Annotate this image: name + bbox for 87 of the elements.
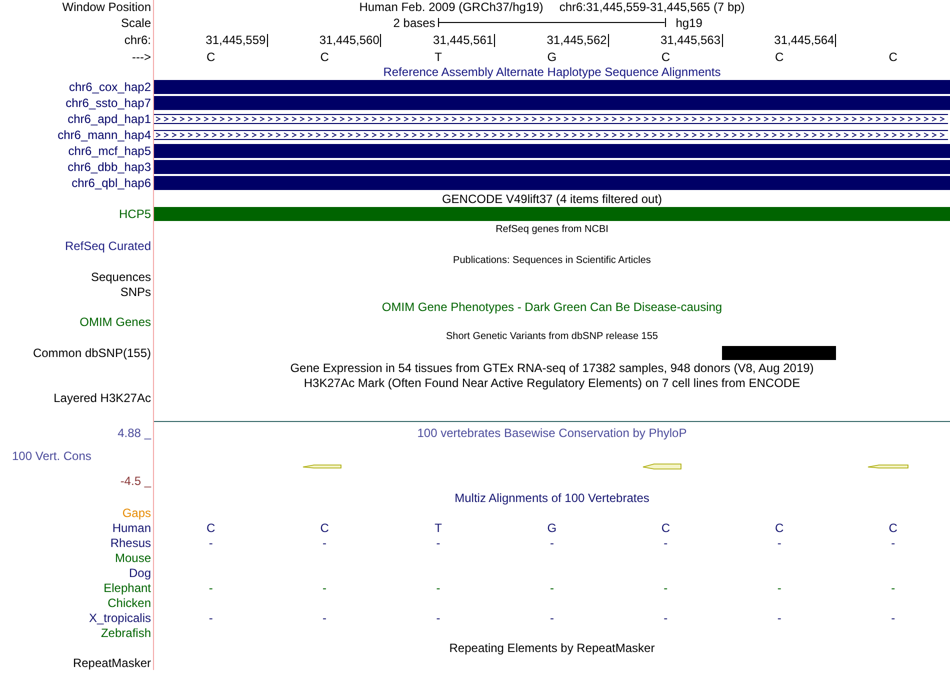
base-letter: - bbox=[322, 536, 327, 550]
track-label: Sequences bbox=[90, 270, 151, 284]
position-range: chr6:31,445,559-31,445,565 (7 bp) bbox=[559, 0, 745, 14]
track-title: GENCODE V49lift37 (4 items filtered out) bbox=[442, 192, 662, 206]
track-label: Scale bbox=[120, 16, 151, 30]
coordinate-label: 31,445,562 bbox=[546, 34, 609, 47]
track-label: chr6_dbb_hap3 bbox=[68, 160, 151, 174]
base-letter: - bbox=[891, 536, 896, 550]
track-label: Human bbox=[112, 520, 151, 534]
base-letter: - bbox=[436, 610, 440, 624]
base-letter: - bbox=[208, 580, 213, 594]
track-label: chr6_apd_hap1 bbox=[68, 112, 151, 126]
track-label: Layered H3K27Ac bbox=[54, 390, 151, 404]
base-letter: - bbox=[777, 580, 782, 594]
base-letter: - bbox=[550, 536, 554, 550]
base-letter: T bbox=[434, 520, 442, 534]
coordinate-label: 31,445,564 bbox=[774, 34, 836, 47]
base-letter: - bbox=[777, 536, 782, 550]
base-letter: - bbox=[208, 536, 213, 550]
track-title: RefSeq genes from NCBI bbox=[496, 224, 608, 236]
axis-min-label: -4.5 _ bbox=[120, 474, 151, 488]
track-label: chr6_qbl_hap6 bbox=[72, 176, 151, 190]
coordinate-label: 31,445,563 bbox=[660, 34, 723, 47]
track-title: Gene Expression in 54 tissues from GTEx RNA-seq of 17382 samples, 948 donors (V8, Aug 2019) bbox=[290, 360, 814, 374]
base-letter: - bbox=[664, 580, 668, 594]
base-letter: C bbox=[888, 520, 898, 534]
track-label: chr6: bbox=[124, 33, 151, 47]
assembly-label: hg19 bbox=[676, 16, 702, 30]
base-letter: C bbox=[206, 520, 216, 534]
track-label: chr6_ssto_hap7 bbox=[66, 96, 151, 110]
track-label: ---> bbox=[132, 50, 151, 64]
base-letter: - bbox=[436, 580, 440, 594]
track-title: H3K27Ac Mark (Often Found Near Active Regulatory Elements) on 7 cell lines from ENCODE bbox=[304, 376, 800, 390]
scale-span-label: 2 bases bbox=[393, 16, 436, 30]
track-label: HCP5 bbox=[118, 207, 151, 221]
track-label: Chicken bbox=[108, 596, 151, 610]
track-label: Common dbSNP(155) bbox=[32, 346, 151, 360]
track-label: RefSeq Curated bbox=[64, 238, 151, 252]
base-letter: C bbox=[888, 50, 898, 64]
base-letter: C bbox=[661, 50, 670, 64]
track-label: Dog bbox=[128, 566, 151, 580]
track-label: OMIM Genes bbox=[80, 314, 151, 328]
track-label: chr6_mann_hap4 bbox=[58, 128, 151, 142]
base-letter: - bbox=[891, 580, 896, 594]
track-label: Zebrafish bbox=[100, 626, 151, 640]
track-label: chr6_mcf_hap5 bbox=[68, 144, 151, 158]
track-title: Multiz Alignments of 100 Vertebrates bbox=[454, 490, 650, 504]
base-letter: C bbox=[775, 520, 784, 534]
base-letter: C bbox=[320, 50, 329, 64]
track-label: Window Position bbox=[62, 0, 151, 14]
base-letter: - bbox=[664, 536, 668, 550]
base-letter: - bbox=[891, 610, 896, 624]
base-letter: C bbox=[775, 50, 784, 64]
base-letter: - bbox=[322, 610, 327, 624]
base-letter: T bbox=[434, 50, 442, 64]
base-letter: - bbox=[550, 610, 554, 624]
track-label: SNPs bbox=[120, 284, 151, 298]
base-letter: C bbox=[206, 50, 216, 64]
base-letter: G bbox=[547, 520, 557, 534]
track-label: 100 Vert. Cons bbox=[12, 449, 92, 463]
track-label: Gaps bbox=[122, 506, 151, 520]
base-letter: - bbox=[664, 610, 668, 624]
track-title: Reference Assembly Alternate Haplotype Sequence Alignments bbox=[383, 64, 721, 78]
axis-max-label: 4.88 _ bbox=[118, 426, 151, 440]
track-title: Repeating Elements by RepeatMasker bbox=[449, 640, 655, 654]
base-letter: C bbox=[320, 520, 329, 534]
base-letter: - bbox=[777, 610, 782, 624]
track-label: Elephant bbox=[104, 580, 151, 594]
coordinate-label: 31,445,559 bbox=[206, 34, 268, 47]
base-letter: - bbox=[322, 580, 327, 594]
track-label: Mouse bbox=[114, 550, 151, 564]
track-title: 100 vertebrates Basewise Conservation by PhyloP bbox=[417, 426, 687, 440]
coordinate-label: 31,445,560 bbox=[319, 34, 382, 47]
base-letter: - bbox=[550, 580, 554, 594]
track-title: OMIM Gene Phenotypes - Dark Green Can Be Disease-causing bbox=[382, 300, 722, 314]
coordinate-label: 31,445,561 bbox=[433, 34, 496, 47]
track-label: Rhesus bbox=[110, 536, 151, 550]
track-label: RepeatMasker bbox=[72, 656, 151, 670]
base-letter: C bbox=[661, 520, 670, 534]
assembly-name: Human Feb. 2009 (GRCh37/hg19) bbox=[359, 0, 544, 14]
track-label: chr6_cox_hap2 bbox=[68, 80, 151, 94]
base-letter: - bbox=[436, 536, 440, 550]
track-label: X_tropicalis bbox=[88, 610, 151, 624]
base-letter: - bbox=[208, 610, 213, 624]
base-letter: G bbox=[547, 50, 557, 64]
track-title: Short Genetic Variants from dbSNP release 155 bbox=[446, 331, 658, 343]
track-title: Publications: Sequences in Scientific Articles bbox=[453, 255, 651, 267]
